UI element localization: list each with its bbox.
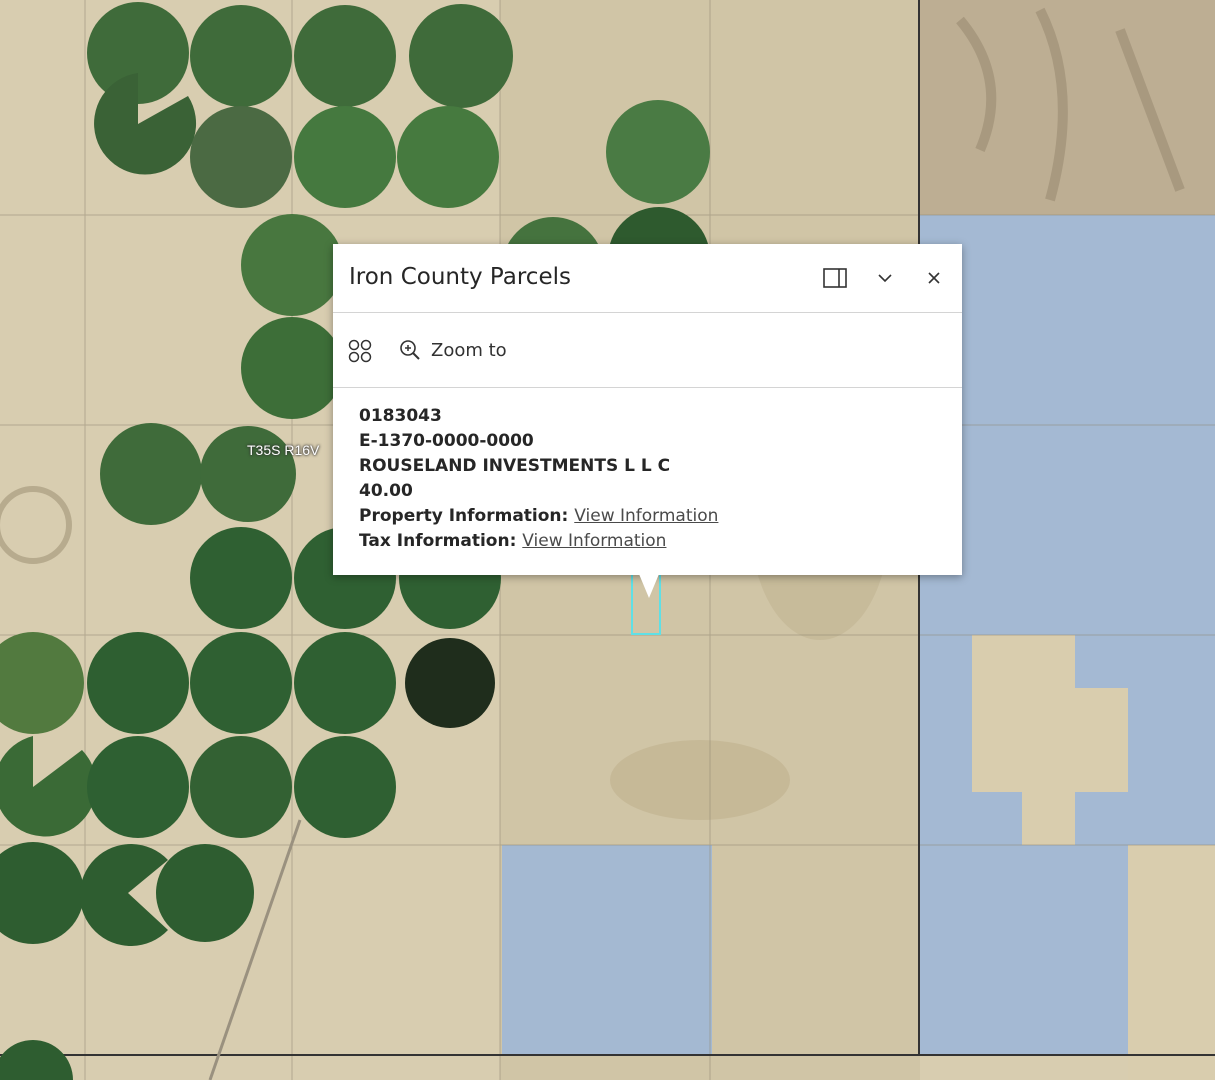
- crop-circle: [405, 638, 495, 728]
- township-label: T35S R16V: [247, 442, 320, 458]
- crop-circle: [100, 423, 202, 525]
- tax-info-row: Tax Information: View Information: [359, 529, 962, 554]
- parcel-id: 0183043: [359, 406, 442, 426]
- crop-circle: [397, 106, 499, 208]
- crop-circle: [241, 317, 343, 419]
- private-corner: [1128, 845, 1215, 1080]
- acreage: 40.00: [359, 481, 413, 501]
- dry-wash: [610, 740, 790, 820]
- popup-content: 0183043 E-1370-0000-0000 ROUSELAND INVES…: [333, 388, 962, 554]
- property-info-row: Property Information: View Information: [359, 504, 962, 529]
- zoom-to-button[interactable]: Zoom to: [399, 335, 507, 365]
- dock-icon: [823, 268, 847, 288]
- owner-name: ROUSELAND INVESTMENTS L L C: [359, 456, 671, 476]
- popup-header: Iron County Parcels: [333, 244, 962, 313]
- popup-actions: Zoom to: [333, 313, 962, 388]
- property-info-link[interactable]: View Information: [574, 506, 718, 526]
- crop-circle: [190, 527, 292, 629]
- crop-circle: [190, 736, 292, 838]
- more-actions-button[interactable]: [347, 338, 373, 364]
- chevron-down-icon: [878, 274, 892, 283]
- public-land-area: [502, 845, 712, 1055]
- crop-circle: [156, 844, 254, 942]
- tax-info-label: Tax Information:: [359, 531, 517, 551]
- close-button[interactable]: [920, 264, 948, 292]
- crop-circle: [294, 632, 396, 734]
- collapse-button[interactable]: [871, 264, 899, 292]
- zoom-to-label: Zoom to: [431, 339, 507, 361]
- crop-circle: [190, 106, 292, 208]
- crop-circle: [190, 632, 292, 734]
- crop-circle: [200, 426, 296, 522]
- feature-popup: Iron County Parcels Zoom to 0183043 E-13…: [333, 244, 962, 575]
- crop-circle: [294, 5, 396, 107]
- zoom-in-icon: [400, 340, 420, 360]
- property-info-label: Property Information:: [359, 506, 569, 526]
- crop-circle: [294, 106, 396, 208]
- tax-info-link[interactable]: View Information: [522, 531, 666, 551]
- crop-circle: [241, 214, 343, 316]
- popup-pointer: [639, 574, 659, 598]
- dock-button[interactable]: [821, 264, 849, 292]
- account-number: E-1370-0000-0000: [359, 431, 534, 451]
- crop-circle: [87, 736, 189, 838]
- close-icon: [928, 272, 940, 284]
- crop-circle: [606, 100, 710, 204]
- grid-dots-icon: [348, 339, 372, 363]
- crop-circle: [294, 736, 396, 838]
- crop-circle: [87, 632, 189, 734]
- crop-circle: [190, 5, 292, 107]
- popup-title: Iron County Parcels: [349, 264, 571, 290]
- crop-circle: [409, 4, 513, 108]
